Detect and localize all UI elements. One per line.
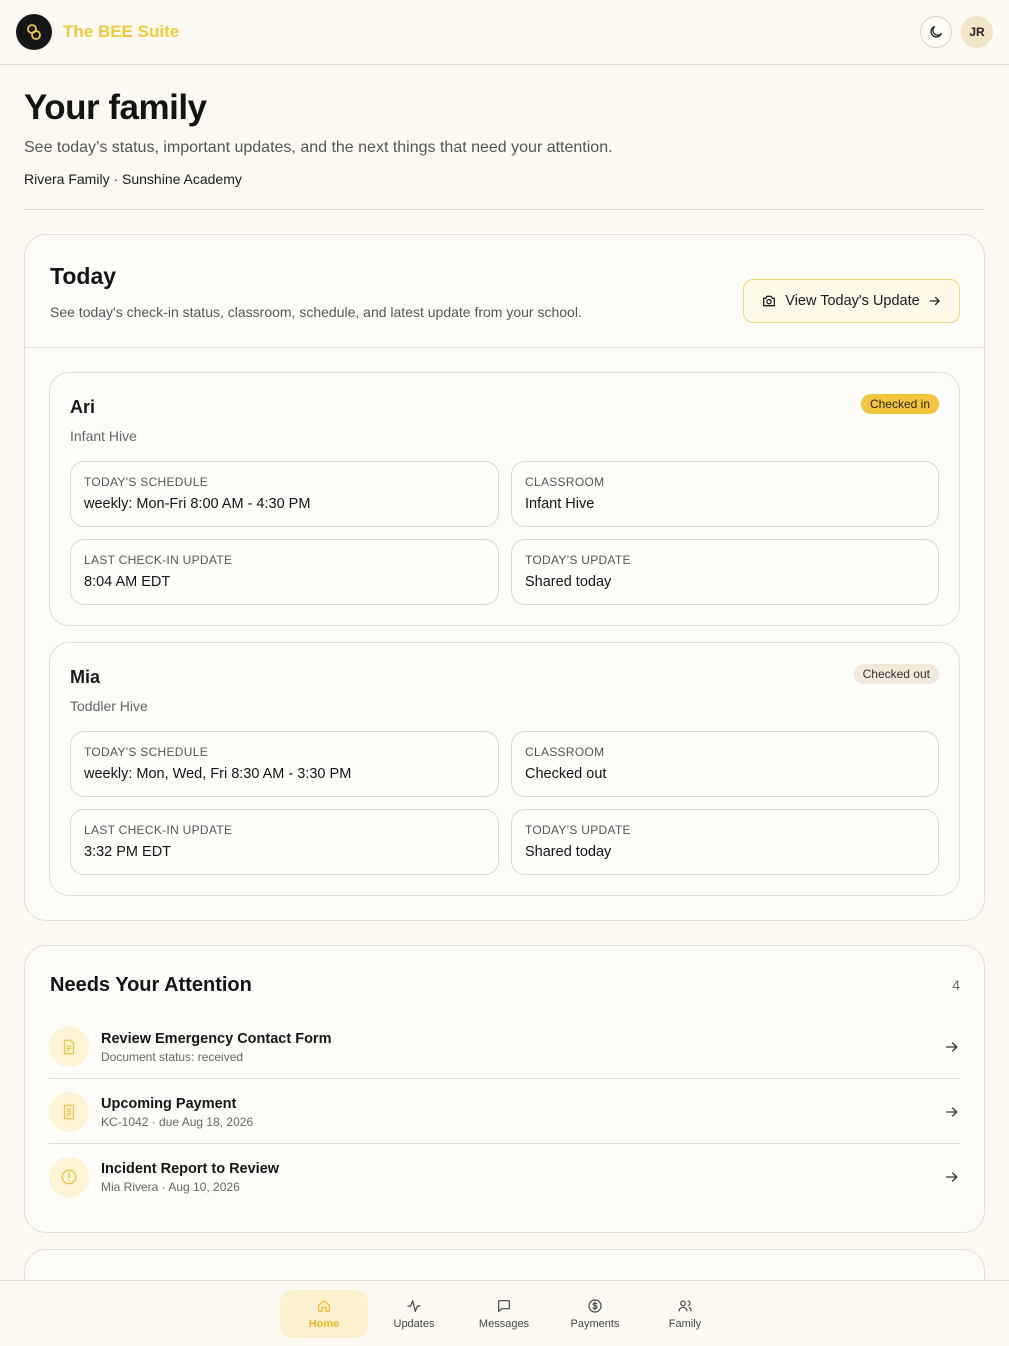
nav-updates[interactable]: Updates <box>370 1290 458 1338</box>
divider <box>24 209 985 210</box>
child-name: Ari <box>70 397 96 417</box>
nav-label: Home <box>308 1318 340 1330</box>
info-label: TODAY'S SCHEDULE <box>84 745 209 759</box>
app-title: The BEE Suite <box>63 22 180 41</box>
alert-circle-icon <box>49 1157 89 1197</box>
info-value: Shared today <box>525 574 612 590</box>
info-box-schedule: TODAY'S SCHEDULE weekly: Mon, Wed, Fri 8… <box>70 731 499 797</box>
camera-icon <box>763 295 776 307</box>
bee-logo-icon <box>27 24 41 40</box>
arrow-right-icon <box>946 1107 958 1117</box>
info-value: Infant Hive <box>525 496 595 512</box>
bottom-nav: Home Updates Messages Payments Family <box>0 1280 1009 1346</box>
attention-item-subtitle: Mia Rivera · Aug 10, 2026 <box>101 1180 240 1194</box>
child-card-mia: Mia Toddler Hive Checked out TODAY'S SCH… <box>49 642 960 896</box>
nav-family[interactable]: Family <box>641 1290 729 1338</box>
receipt-icon <box>49 1092 89 1132</box>
info-value: weekly: Mon, Wed, Fri 8:30 AM - 3:30 PM <box>84 766 352 782</box>
today-header: Today See today's check-in status, class… <box>25 235 984 348</box>
today-title: Today <box>50 263 117 289</box>
info-label: TODAY'S UPDATE <box>525 553 631 567</box>
activity-icon <box>407 1300 421 1312</box>
child-classroom: Infant Hive <box>70 428 137 444</box>
nav-label: Family <box>668 1318 702 1330</box>
info-value: weekly: Mon-Fri 8:00 AM - 4:30 PM <box>84 496 311 512</box>
arrow-right-icon <box>946 1172 958 1182</box>
theme-toggle-button[interactable] <box>920 16 952 48</box>
attention-title: Needs Your Attention <box>50 974 252 996</box>
info-box-classroom: CLASSROOM Infant Hive <box>511 461 939 527</box>
info-value: 3:32 PM EDT <box>84 844 172 860</box>
info-label: TODAY'S UPDATE <box>525 823 631 837</box>
child-card-ari: Ari Infant Hive Checked in TODAY'S SCHED… <box>49 372 960 626</box>
info-box-last-checkin: LAST CHECK-IN UPDATE 8:04 AM EDT <box>70 539 499 605</box>
avatar[interactable]: JR <box>961 16 993 48</box>
document-icon <box>49 1027 89 1067</box>
info-label: CLASSROOM <box>525 745 605 759</box>
nav-label: Payments <box>570 1318 620 1330</box>
attention-item-subtitle: KC-1042 · due Aug 18, 2026 <box>101 1115 254 1129</box>
info-box-todays-update: TODAY'S UPDATE Shared today <box>511 809 939 875</box>
info-label: TODAY'S SCHEDULE <box>84 475 209 489</box>
attention-item-subtitle: Document status: received <box>101 1050 244 1064</box>
page-subtitle: See today’s status, important updates, a… <box>24 139 613 156</box>
info-value: Shared today <box>525 844 612 860</box>
moon-icon <box>930 26 942 38</box>
home-icon <box>318 1300 330 1312</box>
family-meta: Rivera Family · Sunshine Academy <box>24 171 242 187</box>
nav-label: Updates <box>393 1318 435 1330</box>
info-label: LAST CHECK-IN UPDATE <box>84 823 233 837</box>
attention-card: Needs Your Attention 4 Review Emergency … <box>24 945 985 1233</box>
child-classroom: Toddler Hive <box>70 698 148 714</box>
today-description: See today's check-in status, classroom, … <box>50 304 582 320</box>
nav-messages[interactable]: Messages <box>460 1290 548 1338</box>
attention-item-title: Incident Report to Review <box>101 1161 280 1177</box>
view-todays-update-button[interactable]: View Today's Update <box>743 279 960 323</box>
nav-label: Messages <box>478 1318 530 1330</box>
status-badge: Checked in <box>860 394 939 414</box>
attention-item-title: Review Emergency Contact Form <box>101 1031 332 1047</box>
info-value: 8:04 AM EDT <box>84 574 171 590</box>
nav-payments[interactable]: Payments <box>551 1290 639 1338</box>
page-title: Your family <box>24 88 207 127</box>
attention-item[interactable]: Review Emergency Contact Form Document s… <box>49 1014 960 1079</box>
nav-home[interactable]: Home <box>280 1290 368 1338</box>
message-icon <box>498 1300 510 1312</box>
view-button-label: View Today's Update <box>785 293 920 309</box>
info-label: CLASSROOM <box>525 475 605 489</box>
info-box-last-checkin: LAST CHECK-IN UPDATE 3:32 PM EDT <box>70 809 499 875</box>
child-name: Mia <box>70 667 101 687</box>
info-box-classroom: CLASSROOM Checked out <box>511 731 939 797</box>
today-card: Today See today's check-in status, class… <box>24 234 985 921</box>
attention-item[interactable]: Upcoming Payment KC-1042 · due Aug 18, 2… <box>49 1079 960 1144</box>
attention-count: 4 <box>952 977 960 993</box>
arrow-right-icon <box>929 296 940 306</box>
dollar-circle-icon <box>588 1299 602 1313</box>
info-value: Checked out <box>525 766 607 782</box>
info-box-todays-update: TODAY'S UPDATE Shared today <box>511 539 939 605</box>
info-box-schedule: TODAY'S SCHEDULE weekly: Mon-Fri 8:00 AM… <box>70 461 499 527</box>
users-icon <box>678 1300 692 1312</box>
arrow-right-icon <box>946 1042 958 1052</box>
top-bar: The BEE Suite JR <box>0 0 1009 65</box>
status-badge: Checked out <box>853 664 939 684</box>
attention-item-title: Upcoming Payment <box>101 1096 237 1112</box>
attention-item[interactable]: Incident Report to Review Mia Rivera · A… <box>49 1144 960 1209</box>
logo[interactable] <box>16 14 52 50</box>
info-label: LAST CHECK-IN UPDATE <box>84 553 233 567</box>
